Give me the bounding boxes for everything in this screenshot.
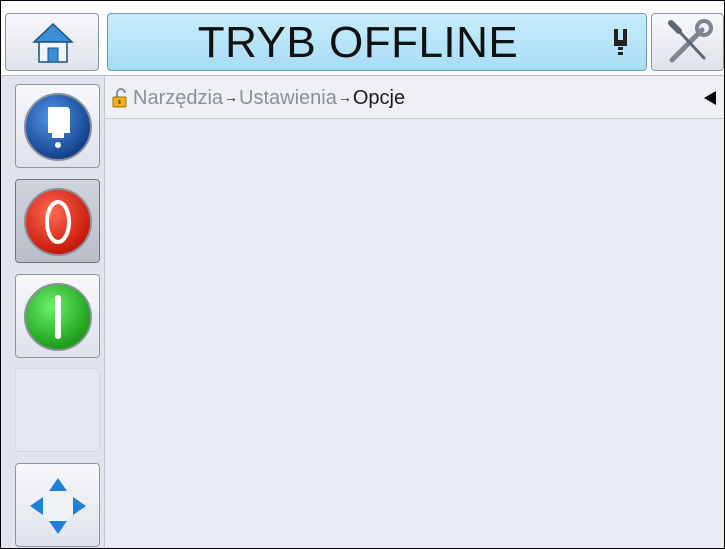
start-button[interactable] [15, 274, 100, 358]
ink-button[interactable] [15, 84, 100, 168]
breadcrumb-item-ustawienia[interactable]: Ustawienia [239, 87, 337, 109]
sidebar [1, 76, 105, 548]
breadcrumb: Narzędzia→Ustawienia→Opcje [105, 76, 724, 119]
top-bar: TRYB OFFLINE [1, 1, 724, 76]
home-icon [32, 22, 74, 63]
stop-button[interactable] [15, 179, 100, 263]
empty-slot [15, 368, 100, 452]
back-arrow-icon[interactable] [702, 90, 718, 106]
start-icon [24, 283, 92, 351]
lock-icon [112, 88, 127, 108]
status-banner: TRYB OFFLINE [107, 13, 647, 71]
content-area [105, 119, 724, 548]
breadcrumb-item-narzedzia[interactable]: Narzędzia [133, 87, 223, 109]
status-title: TRYB OFFLINE [197, 18, 519, 67]
navigation-arrows-icon [30, 478, 86, 534]
breadcrumb-separator: → [224, 89, 239, 105]
printhead-status-icon [614, 29, 627, 55]
app-frame: TRYB OFFLINE Narzędzia→Ustawienia→Opcje [0, 0, 725, 549]
breadcrumb-current: Opcje [352, 87, 406, 109]
breadcrumb-trail: Narzędzia→Ustawienia→Opcje [133, 76, 405, 118]
tools-button[interactable] [651, 13, 724, 71]
navigation-button[interactable] [15, 463, 100, 547]
breadcrumb-separator: → [337, 89, 352, 105]
tools-icon [668, 19, 713, 63]
home-button[interactable] [5, 13, 99, 71]
ink-icon [24, 93, 92, 161]
stop-icon [24, 188, 92, 256]
